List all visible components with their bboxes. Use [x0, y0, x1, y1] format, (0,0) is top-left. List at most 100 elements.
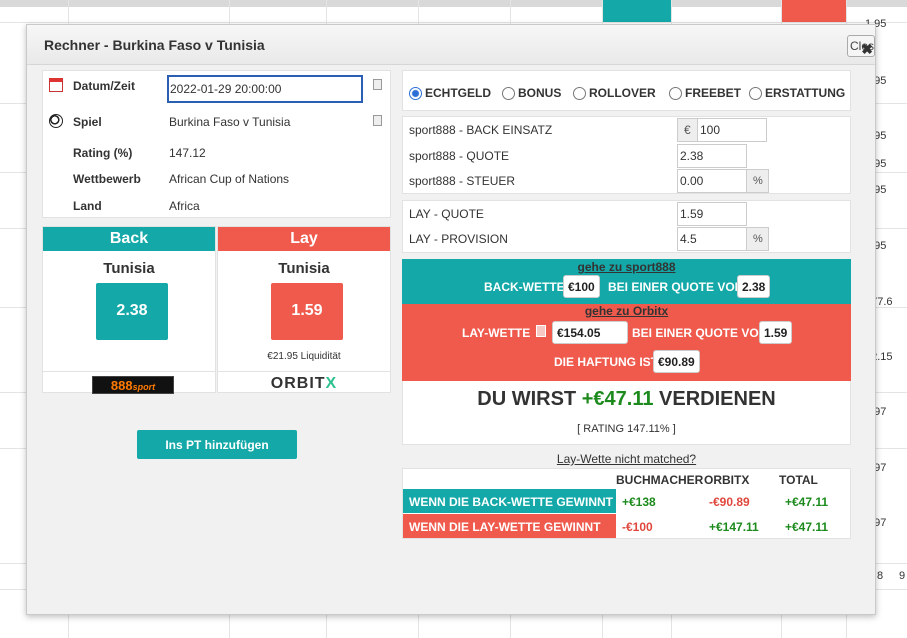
info-row-rating: Rating (%) 147.12	[43, 140, 390, 166]
soccer-ball-icon	[49, 114, 63, 128]
goto-exchange-link[interactable]: gehe zu Orbitx	[402, 304, 851, 318]
clipboard-icon[interactable]	[536, 325, 546, 337]
liability-amount: €90.89	[653, 350, 700, 373]
at-odds-label: BEI EINER QUOTE VON	[632, 326, 768, 340]
lay-team: Tunisia	[278, 260, 330, 277]
back-stake-label: sport888 - BACK EINSATZ	[409, 123, 553, 137]
rating-label: Rating (%)	[73, 146, 133, 160]
competition-value: African Cup of Nations	[169, 172, 290, 186]
mode-radio-freebet[interactable]: FREEBET	[669, 86, 741, 100]
game-value: Burkina Faso v Tunisia	[169, 115, 291, 129]
info-row-country: Land Africa	[43, 193, 390, 219]
back-fields-panel: sport888 - BACK EINSATZ € 100 sport888 -…	[402, 116, 851, 194]
row-label-lay-wins: WENN DIE LAY-WETTE GEWINNT	[403, 514, 616, 538]
radio-icon	[749, 87, 762, 100]
profit-headline: DU WIRST +€47.11 VERDIENEN	[477, 388, 776, 410]
row-label-back-wins: WENN DIE BACK-WETTE GEWINNT	[403, 489, 616, 513]
lay-bet-odds: 1.59	[759, 321, 793, 344]
currency-addon: €	[677, 118, 697, 142]
radio-icon	[502, 87, 515, 100]
modal-header: Rechner - Burkina Faso v Tunisia Close ✖	[27, 25, 875, 65]
info-row-date: Datum/Zeit	[43, 73, 390, 103]
country-label: Land	[73, 199, 102, 213]
background-lay-cell	[782, 0, 846, 22]
clipboard-icon[interactable]	[373, 79, 382, 90]
add-to-pt-button[interactable]: Ins PT hinzufügen	[137, 430, 297, 459]
back-tax-label: sport888 - STEUER	[409, 174, 516, 188]
close-icon[interactable]: ✖	[861, 41, 873, 58]
date-label: Datum/Zeit	[73, 79, 136, 93]
mode-radio-erstattung[interactable]: ERSTATTUNG	[749, 86, 845, 100]
mode-radio-bonus[interactable]: BONUS	[502, 86, 561, 100]
back-bet-odds: 2.38	[737, 275, 771, 298]
back-odds-label: sport888 - QUOTE	[409, 149, 510, 163]
profit-result: DU WIRST +€47.11 VERDIENEN [ RATING 147.…	[402, 381, 851, 445]
competition-label: Wettbewerb	[73, 172, 141, 186]
mode-radio-echtgeld[interactable]: ECHTGELD	[409, 86, 491, 100]
radio-icon	[669, 87, 682, 100]
goto-bookmaker-link[interactable]: gehe zu sport888	[402, 260, 851, 274]
lay-odds-row: LAY - QUOTE 1.59	[403, 201, 850, 226]
clipboard-icon[interactable]	[373, 115, 382, 126]
lay-liquidity: €21.95 Liquidität	[267, 351, 341, 362]
bet-mode-selector: ECHTGELD BONUS ROLLOVER FREEBET ERSTATTU…	[402, 70, 851, 111]
back-wins-exchange: -€90.89	[709, 495, 750, 509]
back-odds-row: sport888 - QUOTE 2.38	[403, 143, 850, 168]
lay-odds-input[interactable]: 1.59	[677, 202, 747, 226]
mode-radio-rollover[interactable]: ROLLOVER	[573, 86, 656, 100]
lay-odds-button[interactable]: 1.59	[271, 283, 343, 340]
info-row-competition: Wettbewerb African Cup of Nations	[43, 166, 390, 192]
calculator-modal: Rechner - Burkina Faso v Tunisia Close ✖…	[26, 24, 876, 615]
sport888-logo[interactable]: 888sport	[92, 376, 174, 394]
back-wins-total: +€47.11	[785, 495, 829, 509]
back-stake-row: sport888 - BACK EINSATZ € 100	[403, 117, 850, 142]
lay-odds-label: LAY - QUOTE	[409, 207, 484, 221]
back-tax-input[interactable]: 0.00	[677, 169, 747, 193]
back-team: Tunisia	[103, 260, 155, 277]
column-header-exchange: ORBITX	[704, 473, 750, 487]
lay-not-matched-link[interactable]: Lay-Wette nicht matched?	[402, 452, 851, 466]
pagination-number[interactable]: 8	[877, 570, 883, 582]
outcome-summary-table: BUCHMACHER ORBITX TOTAL WENN DIE BACK-WE…	[402, 468, 851, 539]
modal-title: Rechner - Burkina Faso v Tunisia	[44, 37, 265, 53]
lay-box: Lay Tunisia 1.59 €21.95 Liquidität ORBIT…	[217, 226, 391, 393]
radio-icon	[573, 87, 586, 100]
back-instruction-band: gehe zu sport888 BACK-WETTE €100 BEI EIN…	[402, 259, 851, 304]
back-bet-label: BACK-WETTE	[484, 280, 565, 294]
pagination-number[interactable]: 9	[899, 570, 905, 582]
column-header-total: TOTAL	[779, 473, 818, 487]
liability-label: DIE HAFTUNG IST	[554, 355, 658, 369]
percent-addon: %	[747, 227, 769, 251]
result-rating: [ RATING 147.11% ]	[577, 423, 676, 435]
date-input[interactable]	[167, 75, 363, 103]
back-bet-amount: €100	[563, 275, 600, 298]
lay-fields-panel: LAY - QUOTE 1.59 LAY - PROVISION 4.5 %	[402, 200, 851, 253]
back-tax-row: sport888 - STEUER 0.00 %	[403, 168, 850, 193]
radio-selected-icon	[409, 87, 422, 100]
background-header-band	[0, 0, 907, 7]
lay-bet-amount: €154.05	[552, 321, 628, 344]
lay-commission-row: LAY - PROVISION 4.5 %	[403, 226, 850, 251]
lay-bet-label: LAY-WETTE	[462, 326, 531, 340]
back-odds-button[interactable]: 2.38	[96, 283, 168, 340]
info-row-game: Spiel Burkina Faso v Tunisia	[43, 109, 390, 135]
orbitx-logo[interactable]: ORBITX	[218, 375, 390, 393]
lay-commission-input[interactable]: 4.5	[677, 227, 747, 251]
lay-wins-bookmaker: -€100	[622, 520, 653, 534]
back-odds-input[interactable]: 2.38	[677, 144, 747, 168]
lay-wins-exchange: +€147.11	[709, 520, 759, 534]
profit-amount: +€47.11	[581, 388, 654, 410]
back-header: Back	[43, 227, 215, 251]
rating-value: 147.12	[169, 146, 206, 160]
lay-header: Lay	[218, 227, 390, 251]
background-back-cell	[603, 0, 671, 22]
back-wins-bookmaker: +€138	[622, 495, 656, 509]
exchange-logo-area: ORBITX	[218, 371, 390, 394]
country-value: Africa	[169, 199, 200, 213]
back-stake-input[interactable]: 100	[697, 118, 767, 142]
back-box: Back Tunisia 2.38 888sport	[42, 226, 216, 394]
column-header-bookmaker: BUCHMACHER	[616, 473, 704, 487]
game-label: Spiel	[73, 115, 102, 129]
lay-commission-label: LAY - PROVISION	[409, 232, 508, 246]
calendar-icon	[49, 78, 63, 92]
